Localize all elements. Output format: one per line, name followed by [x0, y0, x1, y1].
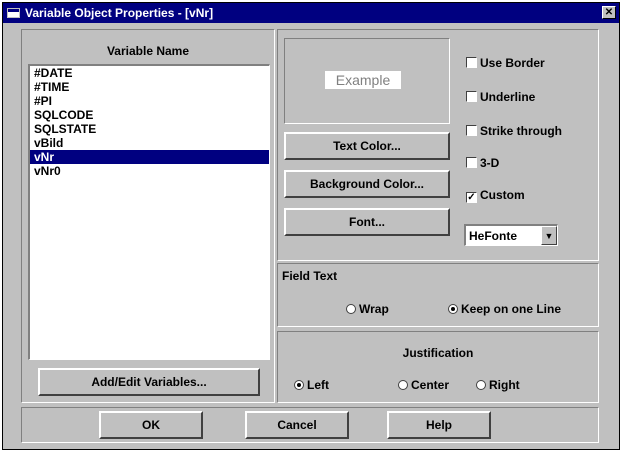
justify-center-label: Center: [411, 378, 450, 392]
field-text-header: Field Text: [282, 269, 338, 283]
justify-left-label: Left: [307, 378, 329, 392]
wrap-radio[interactable]: Wrap: [346, 302, 389, 316]
wrap-label: Wrap: [359, 302, 389, 316]
cancel-label: Cancel: [277, 418, 317, 432]
font-button[interactable]: Font...: [284, 208, 450, 236]
window-title: Variable Object Properties - [vNr]: [25, 6, 214, 20]
custom-checkbox[interactable]: ✓ Custom: [466, 188, 525, 203]
wrap-radio-dot[interactable]: [346, 304, 356, 314]
chevron-down-icon[interactable]: ▼: [541, 226, 557, 245]
justify-right-radio-dot[interactable]: [476, 380, 486, 390]
justify-left-radio-dot[interactable]: [294, 380, 304, 390]
justify-center-radio-dot[interactable]: [398, 380, 408, 390]
font-select[interactable]: HeFonte ▼: [464, 224, 558, 246]
variable-list-item[interactable]: #TIME: [30, 80, 269, 94]
title-bar[interactable]: Variable Object Properties - [vNr] ✕: [3, 3, 619, 23]
example-preview: Example: [284, 38, 450, 124]
justify-right-radio[interactable]: Right: [476, 378, 520, 392]
variables-panel: Variable Name #DATE #TIME #PI SQLCODE SQLSTA…: [21, 29, 275, 403]
justify-center-radio[interactable]: Center: [398, 378, 449, 392]
variable-list-item[interactable]: vNr0: [30, 164, 269, 178]
variable-list-item[interactable]: #DATE: [30, 66, 269, 80]
ok-label: OK: [142, 418, 160, 432]
variable-name-header: Variable Name: [106, 44, 190, 58]
use-border-box[interactable]: [466, 57, 477, 68]
custom-box[interactable]: ✓: [466, 192, 477, 203]
keep-one-line-radio[interactable]: Keep on one Line: [448, 302, 561, 316]
add-edit-variables-button[interactable]: Add/Edit Variables...: [38, 368, 260, 396]
window-icon: [7, 8, 20, 18]
underline-checkbox[interactable]: Underline: [466, 90, 535, 104]
variable-object-properties-dialog: Variable Object Properties - [vNr] ✕ Var…: [2, 2, 620, 450]
three-d-box[interactable]: [466, 157, 477, 168]
variable-list-item[interactable]: SQLSTATE: [30, 122, 269, 136]
variable-list-item[interactable]: #PI: [30, 94, 269, 108]
cancel-button[interactable]: Cancel: [245, 411, 349, 439]
justification-panel: Justification Left Center Right: [277, 331, 599, 403]
strike-through-checkbox[interactable]: Strike through: [466, 124, 562, 138]
justification-header: Justification: [402, 346, 474, 360]
strike-through-box[interactable]: [466, 125, 477, 136]
example-text: Example: [325, 71, 401, 89]
variable-list[interactable]: #DATE #TIME #PI SQLCODE SQLSTATE vBild vNr vNr0: [28, 64, 270, 360]
three-d-checkbox[interactable]: 3-D: [466, 156, 499, 170]
ok-button[interactable]: OK: [99, 411, 203, 439]
appearance-panel: Example Text Color... Background Color..…: [277, 29, 599, 261]
keep-one-line-label: Keep on one Line: [461, 302, 562, 316]
background-color-label: Background Color...: [309, 177, 424, 191]
field-text-panel: Field Text Wrap Keep on one Line: [277, 263, 599, 327]
custom-label: Custom: [480, 188, 525, 202]
font-label: Font...: [349, 215, 385, 229]
use-border-label: Use Border: [480, 56, 545, 70]
add-edit-variables-label: Add/Edit Variables...: [91, 375, 207, 389]
background-color-button[interactable]: Background Color...: [284, 170, 450, 198]
text-color-button[interactable]: Text Color...: [284, 132, 450, 160]
justify-left-radio[interactable]: Left: [294, 378, 329, 392]
font-select-value: HeFonte: [469, 229, 517, 243]
use-border-checkbox[interactable]: Use Border: [466, 56, 545, 70]
help-label: Help: [425, 418, 452, 432]
variable-list-item[interactable]: SQLCODE: [30, 108, 269, 122]
text-color-label: Text Color...: [333, 139, 401, 153]
keep-one-line-radio-dot[interactable]: [448, 304, 458, 314]
variable-list-item[interactable]: vNr: [30, 150, 269, 164]
underline-label: Underline: [480, 90, 536, 104]
three-d-label: 3-D: [480, 156, 500, 170]
variable-list-item[interactable]: vBild: [30, 136, 269, 150]
underline-box[interactable]: [466, 91, 477, 102]
justify-right-label: Right: [489, 378, 520, 392]
close-icon[interactable]: ✕: [602, 6, 616, 19]
strike-through-label: Strike through: [480, 124, 563, 138]
help-button[interactable]: Help: [387, 411, 491, 439]
